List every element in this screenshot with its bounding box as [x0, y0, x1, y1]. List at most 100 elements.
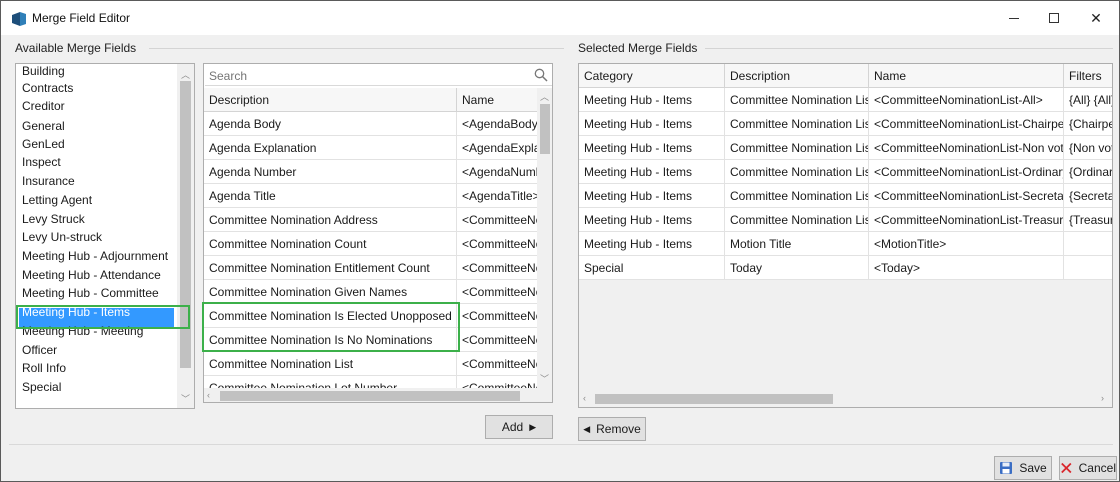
scroll-right-icon[interactable]: ›: [1101, 393, 1104, 403]
fields-hscroll-thumb[interactable]: [220, 391, 520, 401]
field-row[interactable]: Committee Nomination Address <CommitteeNo…: [204, 208, 537, 232]
scroll-down-icon[interactable]: ﹀: [540, 374, 549, 384]
category-item[interactable]: Contracts: [22, 81, 73, 95]
category-item[interactable]: Levy Struck: [22, 212, 85, 226]
category-item[interactable]: Special: [22, 380, 61, 394]
selected-category: Meeting Hub - Items: [579, 136, 725, 160]
selected-name: <CommitteeNominationList-Secretary>: [869, 184, 1064, 208]
category-item[interactable]: Inspect: [22, 155, 61, 169]
fields-vertical-scrollbar[interactable]: ︿ ﹀: [537, 88, 552, 390]
maximize-button[interactable]: [1031, 1, 1077, 35]
remove-button-label: Remove: [596, 422, 641, 436]
arrow-left-icon: ◀: [583, 423, 591, 434]
column-header-category[interactable]: Category: [579, 64, 725, 88]
selected-name: <CommitteeNominationList-All>: [869, 88, 1064, 112]
field-name: <CommitteeNominationIsNoNominations>: [462, 333, 537, 347]
category-list[interactable]: Building Contracts Creditor General GenLed In…: [15, 63, 195, 409]
field-row[interactable]: Committee Nomination Given Names <Committ…: [204, 280, 537, 304]
group-border-selected: [705, 48, 1113, 49]
field-description: Committee Nomination Count: [204, 232, 457, 256]
save-button[interactable]: Save: [994, 456, 1052, 480]
field-row[interactable]: Agenda Title <AgendaTitle>: [204, 184, 537, 208]
column-header-description[interactable]: Description: [204, 88, 457, 112]
field-row[interactable]: Committee Nomination Entitlement Count <C…: [204, 256, 537, 280]
app-logo-icon: [12, 12, 26, 26]
selected-row[interactable]: Meeting Hub - Items Committee Nomination …: [579, 136, 1113, 160]
category-item[interactable]: Levy Un-struck: [22, 230, 102, 244]
cancel-button-label: Cancel: [1078, 461, 1116, 475]
search-icon[interactable]: [534, 68, 548, 82]
field-name: <AgendaNumber>: [462, 165, 537, 179]
category-item[interactable]: General: [22, 119, 65, 133]
selected-filters: {Ordinary}: [1069, 165, 1113, 179]
selected-name: <CommitteeNominationList-Treasurer>: [869, 208, 1064, 232]
selected-row[interactable]: Meeting Hub - Items Committee Nomination …: [579, 88, 1112, 112]
fields-horizontal-scrollbar[interactable]: ‹: [204, 388, 552, 402]
selected-description: Committee Nomination List: [725, 160, 869, 184]
selected-category: Meeting Hub - Items: [579, 88, 725, 112]
category-item[interactable]: Meeting Hub - Adjournment: [22, 249, 168, 263]
group-border-available: [149, 48, 564, 49]
field-description: Committee Nomination List: [204, 352, 457, 376]
field-name: <AgendaTitle>: [462, 189, 537, 203]
selected-row[interactable]: Meeting Hub - Items Committee Nomination …: [579, 112, 1112, 136]
column-header-description[interactable]: Description: [725, 64, 869, 88]
scroll-up-icon[interactable]: ︿: [181, 70, 190, 80]
field-name: <CommitteeNominationEntitlementCount>: [462, 261, 537, 275]
maximize-icon: [1049, 13, 1059, 23]
field-name: <CommitteeNominationList>: [462, 357, 537, 371]
add-button[interactable]: Add ▶: [485, 415, 553, 439]
category-scrollbar[interactable]: ︿ ﹀: [177, 64, 194, 408]
selected-group-label: Selected Merge Fields: [576, 41, 700, 55]
selected-horizontal-scrollbar[interactable]: ‹ ›: [579, 391, 1112, 407]
scroll-left-icon[interactable]: ‹: [207, 390, 210, 400]
category-item[interactable]: Officer: [22, 343, 57, 357]
field-row[interactable]: Committee Nomination List <CommitteeNomin…: [204, 352, 537, 376]
selected-description: Committee Nomination List: [725, 184, 869, 208]
category-item[interactable]: Meeting Hub - Attendance: [22, 268, 161, 282]
close-icon: ✕: [1090, 9, 1102, 26]
minimize-icon: [1009, 17, 1019, 19]
scroll-down-icon[interactable]: ﹀: [181, 394, 190, 404]
selected-row[interactable]: Special Today <Today>: [579, 256, 1112, 280]
merge-field-editor-window: Merge Field Editor ✕ Available Merge Fie…: [0, 0, 1120, 482]
column-header-name[interactable]: Name: [457, 88, 537, 112]
selected-row[interactable]: Meeting Hub - Items Committee Nomination …: [579, 160, 1113, 184]
search-box[interactable]: [205, 65, 552, 86]
column-header-filters[interactable]: Filters: [1064, 64, 1112, 88]
category-item[interactable]: Roll Info: [22, 361, 66, 375]
selected-filters: {Non voting}: [1069, 141, 1113, 155]
category-item[interactable]: Creditor: [22, 99, 65, 113]
fields-scrollbar-thumb[interactable]: [540, 104, 550, 154]
field-row[interactable]: Agenda Body <AgendaBody>: [204, 112, 537, 136]
available-fields-panel: Description Name Agenda Body <AgendaBody>…: [203, 63, 553, 403]
scroll-left-icon[interactable]: ‹: [583, 393, 586, 403]
selected-description: Committee Nomination List: [725, 112, 869, 136]
column-header-name[interactable]: Name: [869, 64, 1064, 88]
scroll-up-icon[interactable]: ︿: [540, 92, 549, 102]
category-item[interactable]: GenLed: [22, 137, 65, 151]
category-item[interactable]: Building: [22, 64, 65, 78]
arrow-right-icon: ▶: [529, 421, 537, 432]
save-button-label: Save: [1019, 461, 1047, 475]
remove-button[interactable]: ◀ Remove: [578, 417, 646, 441]
field-row[interactable]: Agenda Explanation <AgendaExplanation>: [204, 136, 537, 160]
selected-filters: [1064, 256, 1112, 280]
selected-row[interactable]: Meeting Hub - Items Motion Title <MotionTi…: [579, 232, 1112, 256]
selected-header: Category Description Name Filters: [579, 64, 1112, 88]
category-item[interactable]: Letting Agent: [22, 193, 92, 207]
selected-hscroll-thumb[interactable]: [595, 394, 833, 404]
field-row[interactable]: Agenda Number <AgendaNumber>: [204, 160, 537, 184]
search-input[interactable]: [209, 67, 509, 85]
selected-filters: {Secretary}: [1069, 189, 1113, 203]
selected-category: Meeting Hub - Items: [579, 208, 725, 232]
selected-description: Today: [725, 256, 869, 280]
selected-row[interactable]: Meeting Hub - Items Committee Nomination …: [579, 184, 1113, 208]
category-item[interactable]: Meeting Hub - Committee: [22, 286, 159, 300]
close-button[interactable]: ✕: [1073, 1, 1119, 35]
category-item[interactable]: Insurance: [22, 174, 75, 188]
cancel-button[interactable]: Cancel: [1059, 456, 1117, 480]
field-row[interactable]: Committee Nomination Count <CommitteeNomi…: [204, 232, 537, 256]
selected-row[interactable]: Meeting Hub - Items Committee Nomination …: [579, 208, 1112, 232]
field-description: Committee Nomination Entitlement Count: [204, 256, 457, 280]
